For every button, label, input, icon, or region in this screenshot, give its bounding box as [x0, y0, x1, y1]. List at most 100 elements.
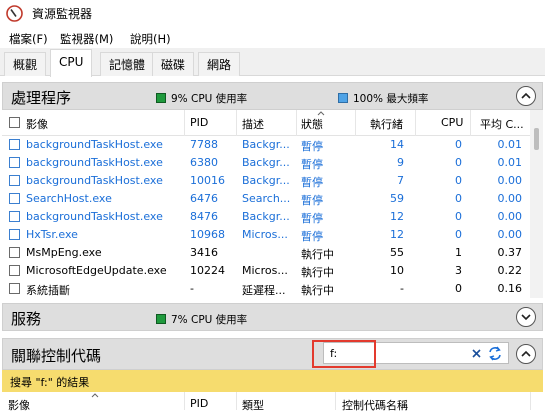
row-checkbox[interactable] — [9, 157, 20, 168]
row-checkbox[interactable] — [9, 247, 20, 258]
col-status[interactable]: 狀態 — [301, 116, 323, 132]
cell-description: Search... — [242, 192, 291, 205]
cell-status: 執行中 — [301, 248, 334, 261]
cell-cpu: 0 — [455, 228, 462, 241]
processes-max-frequency: 100% 最大頻率 — [338, 91, 428, 106]
tab-network[interactable]: 網路 — [198, 52, 241, 76]
cell-description: Micros... — [242, 264, 288, 277]
cell-description: Backgr... — [242, 156, 290, 169]
cell-threads: 10 — [390, 264, 404, 277]
blue-swatch-icon — [338, 93, 348, 103]
handles-title: 關聯控制代碼 — [11, 347, 102, 365]
services-title: 服務 — [11, 310, 42, 328]
row-checkbox[interactable] — [9, 139, 20, 150]
cell-avg-cpu: 0.01 — [497, 138, 523, 151]
cell-status: 執行中 — [301, 284, 334, 297]
handles-col-pid[interactable]: PID — [190, 397, 208, 410]
cell-threads: 59 — [390, 192, 404, 205]
menu-file[interactable]: 檔案(F) — [9, 31, 48, 47]
handles-collapse-button[interactable] — [516, 344, 536, 364]
col-avg-cpu[interactable]: 平均 C... — [480, 116, 524, 132]
window-title: 資源監視器 — [32, 7, 93, 21]
cell-cpu: 1 — [455, 246, 462, 259]
processes-collapse-button[interactable] — [516, 86, 536, 106]
col-cpu[interactable]: CPU — [441, 116, 463, 129]
col-pid[interactable]: PID — [190, 116, 208, 129]
menu-monitor[interactable]: 監視器(M) — [60, 31, 113, 47]
cell-avg-cpu: 0.01 — [497, 156, 523, 169]
services-expand-button[interactable] — [516, 307, 536, 327]
process-row[interactable]: SearchHost.exe 6476 Search... 暫停 59 0 0.… — [2, 190, 530, 208]
search-highlight-box — [312, 340, 376, 368]
processes-title: 處理程序 — [11, 89, 72, 107]
cell-avg-cpu: 0.16 — [497, 282, 523, 295]
cell-threads: 12 — [390, 228, 404, 241]
search-result-bar: 搜尋 "f:" 的結果 — [2, 370, 543, 392]
cell-cpu: 0 — [455, 192, 462, 205]
tab-overview[interactable]: 概觀 — [4, 52, 47, 76]
tab-disk[interactable]: 磁碟 — [152, 52, 195, 76]
cell-status: 暫停 — [301, 176, 323, 189]
row-checkbox[interactable] — [9, 193, 20, 204]
cell-avg-cpu: 0.00 — [497, 228, 523, 241]
cell-image: backgroundTaskHost.exe — [26, 174, 163, 187]
processes-cpu-usage: 9% CPU 使用率 — [156, 91, 247, 106]
search-result-text: 搜尋 "f:" 的結果 — [10, 376, 90, 389]
cell-pid: 10016 — [190, 174, 225, 187]
cell-cpu: 0 — [455, 282, 462, 295]
row-checkbox[interactable] — [9, 283, 20, 294]
clear-search-icon[interactable] — [472, 349, 481, 358]
cell-image: HxTsr.exe — [26, 228, 78, 241]
cell-pid: - — [190, 282, 194, 295]
cell-avg-cpu: 0.00 — [497, 174, 523, 187]
processes-scrollbar-thumb[interactable] — [534, 128, 539, 150]
cell-cpu: 0 — [455, 210, 462, 223]
cell-description: Backgr... — [242, 138, 290, 151]
chevron-up-icon — [521, 92, 531, 99]
select-all-checkbox[interactable] — [9, 117, 20, 128]
col-description[interactable]: 描述 — [242, 116, 264, 132]
tab-cpu[interactable]: CPU — [50, 49, 93, 77]
cell-avg-cpu: 0.37 — [497, 246, 523, 259]
process-row[interactable]: backgroundTaskHost.exe 7788 Backgr... 暫停… — [2, 136, 530, 154]
cell-pid: 10968 — [190, 228, 225, 241]
services-cpu-usage: 7% CPU 使用率 — [156, 312, 247, 327]
refresh-search-icon[interactable] — [487, 346, 503, 361]
cell-avg-cpu: 0.00 — [497, 192, 523, 205]
handles-col-handle-name[interactable]: 控制代碼名稱 — [342, 397, 408, 413]
process-row[interactable]: backgroundTaskHost.exe 10016 Backgr... 暫… — [2, 172, 530, 190]
cell-image: 系統插斷 — [26, 284, 70, 297]
handles-col-type[interactable]: 類型 — [242, 397, 264, 413]
col-threads[interactable]: 執行緒 — [370, 116, 403, 132]
row-checkbox[interactable] — [9, 265, 20, 276]
process-row[interactable]: HxTsr.exe 10968 Micros... 暫停 12 0 0.00 — [2, 226, 530, 244]
process-row[interactable]: MsMpEng.exe 3416 執行中 55 1 0.37 — [2, 244, 530, 262]
cell-description: Micros... — [242, 228, 288, 241]
row-checkbox[interactable] — [9, 175, 20, 186]
process-row[interactable]: 系統插斷 - 延遲程... 執行中 - 0 0.16 — [2, 280, 530, 298]
menu-help[interactable]: 說明(H) — [130, 31, 171, 47]
row-checkbox[interactable] — [9, 229, 20, 240]
tab-memory[interactable]: 記憶體 — [100, 52, 155, 76]
handles-col-image[interactable]: 影像 — [8, 397, 30, 413]
cell-status: 暫停 — [301, 140, 323, 153]
cell-cpu: 0 — [455, 174, 462, 187]
col-image[interactable]: 影像 — [26, 116, 48, 132]
cell-pid: 3416 — [190, 246, 218, 259]
row-checkbox[interactable] — [9, 211, 20, 222]
green-swatch-icon — [156, 314, 166, 324]
process-row[interactable]: backgroundTaskHost.exe 8476 Backgr... 暫停… — [2, 208, 530, 226]
cell-status: 暫停 — [301, 230, 323, 243]
cell-threads: 12 — [390, 210, 404, 223]
cell-avg-cpu: 0.00 — [497, 210, 523, 223]
cell-pid: 6380 — [190, 156, 218, 169]
process-row[interactable]: backgroundTaskHost.exe 6380 Backgr... 暫停… — [2, 154, 530, 172]
processes-header[interactable]: 處理程序 9% CPU 使用率 100% 最大頻率 — [2, 82, 543, 110]
cell-description: Backgr... — [242, 210, 290, 223]
cell-cpu: 0 — [455, 156, 462, 169]
cell-image: backgroundTaskHost.exe — [26, 138, 163, 151]
services-header[interactable]: 服務 7% CPU 使用率 — [2, 303, 543, 331]
sort-ascending-icon — [91, 393, 99, 398]
process-row[interactable]: MicrosoftEdgeUpdate.exe 10224 Micros... … — [2, 262, 530, 280]
cell-image: backgroundTaskHost.exe — [26, 210, 163, 223]
